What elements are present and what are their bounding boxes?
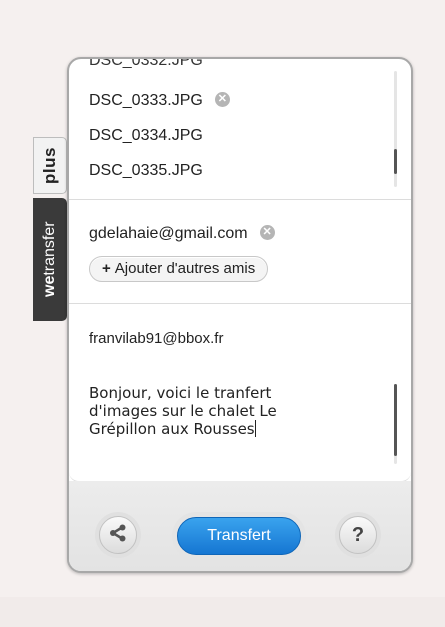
file-item: DSC_0334.JPG bbox=[89, 126, 203, 146]
help-button[interactable]: ? bbox=[339, 516, 377, 554]
recipients-section: gdelahaie@gmail.com ✕ + Ajouter d'autres a… bbox=[69, 199, 411, 304]
message-text[interactable]: Bonjour, voici le tranfert d'images sur … bbox=[89, 384, 339, 438]
file-list[interactable]: DSC_0332.JPG DSC_0333.JPG ✕ DSC_0334.JPG … bbox=[69, 59, 411, 200]
help-icon: ? bbox=[351, 523, 365, 546]
transfer-button[interactable]: Transfert bbox=[177, 517, 301, 555]
message-scroll-thumb[interactable] bbox=[394, 384, 397, 456]
message-field[interactable]: Bonjour, voici le tranfert d'images sur … bbox=[69, 376, 411, 482]
wetransfer-logo-we: we bbox=[41, 275, 58, 298]
file-name: DSC_0333.JPG bbox=[89, 92, 203, 109]
file-list-scrollbar[interactable] bbox=[394, 71, 397, 187]
sender-section[interactable]: franvilab91@bbox.fr bbox=[69, 303, 411, 377]
wetransfer-logo-transfer: transfer bbox=[41, 221, 58, 276]
sender-email[interactable]: franvilab91@bbox.fr bbox=[89, 330, 223, 347]
recipient-email-text: gdelahaie@gmail.com bbox=[89, 225, 248, 242]
wetransfer-logo: wetransfer bbox=[41, 222, 59, 298]
transfer-panel: DSC_0332.JPG DSC_0333.JPG ✕ DSC_0334.JPG … bbox=[67, 57, 413, 573]
add-friends-button[interactable]: + Ajouter d'autres amis bbox=[89, 256, 269, 282]
file-item: DSC_0332.JPG bbox=[89, 57, 203, 71]
tab-wetransfer[interactable]: wetransfer bbox=[33, 198, 67, 321]
file-name: DSC_0332.JPG bbox=[89, 57, 203, 69]
share-button[interactable] bbox=[99, 516, 137, 554]
recipient-email: gdelahaie@gmail.com ✕ bbox=[89, 224, 275, 244]
file-item: DSC_0333.JPG ✕ bbox=[89, 91, 230, 111]
remove-x-icon[interactable]: ✕ bbox=[214, 92, 230, 108]
add-friends-label: Ajouter d'autres amis bbox=[114, 260, 256, 277]
tab-plus-label: plus bbox=[40, 147, 59, 184]
file-name: DSC_0334.JPG bbox=[89, 127, 203, 144]
remove-x-icon[interactable]: ✕ bbox=[259, 225, 275, 241]
message-scrollbar[interactable] bbox=[394, 384, 397, 464]
text-caret bbox=[254, 420, 256, 437]
file-name: DSC_0335.JPG bbox=[89, 162, 203, 179]
tab-plus[interactable]: plus bbox=[33, 137, 67, 194]
file-list-scroll-thumb[interactable] bbox=[394, 149, 397, 174]
action-bar: Transfert ? bbox=[69, 481, 411, 571]
message-text-content: Bonjour, voici le tranfert d'images sur … bbox=[89, 384, 277, 438]
share-icon bbox=[108, 523, 128, 548]
file-item: DSC_0335.JPG bbox=[89, 161, 203, 181]
plus-icon: + bbox=[102, 260, 111, 277]
